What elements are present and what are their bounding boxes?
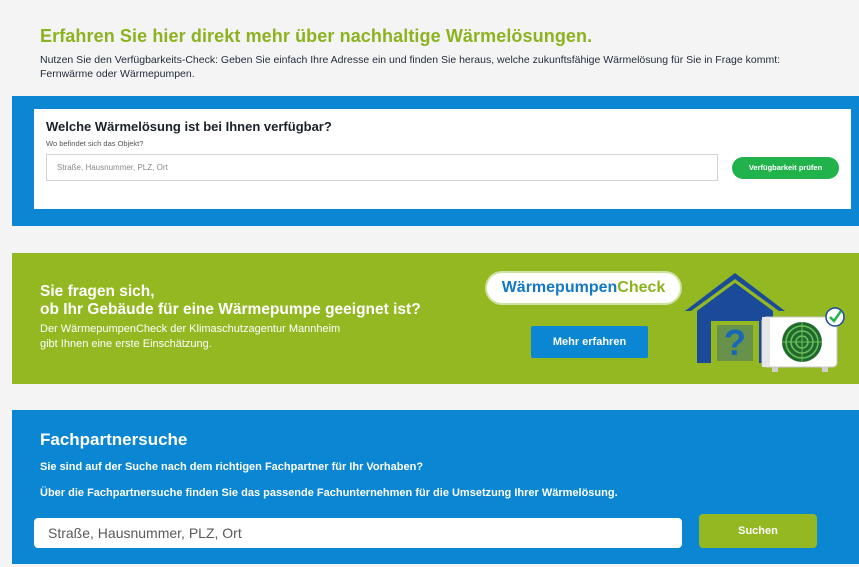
heatpump-description: Der WärmepumpenCheck der Klimaschutzagen… [40,322,340,351]
heatpump-heading-line2: ob Ihr Gebäude für eine Wärmepumpe geeig… [40,301,421,318]
partner-text-line1: Sie sind auf der Suche nach dem richtige… [40,461,424,473]
house-heatpump-icon: ? [685,273,845,372]
partner-search-section: Fachpartnersuche Sie sind auf der Suche … [12,410,859,564]
intro-heading: Erfahren Sie hier direkt mehr über nachh… [40,26,593,46]
check-circle-icon [825,307,845,327]
intro-text: Nutzen Sie den Verfügbarkeits-Check: Geb… [40,54,781,80]
partner-address-input[interactable] [34,518,682,548]
heatpump-desc-line2: gibt Ihnen eine erste Einschätzung. [40,337,212,350]
search-button[interactable]: Suchen [699,514,817,548]
address-label: Wo befindet sich das Objekt? [46,139,144,148]
availability-title: Welche Wärmelösung ist bei Ihnen verfügb… [46,119,332,134]
availability-check-form: Welche Wärmelösung ist bei Ihnen verfügb… [34,109,851,209]
check-availability-button[interactable]: Verfügbarkeit prüfen [732,157,839,179]
partner-text-line2: Über die Fachpartnersuche finden Sie das… [40,487,618,499]
logo-part-waermepumpen: Wärmepumpen [501,279,618,296]
availability-address-input[interactable] [46,154,718,181]
heatpump-heading-line1: Sie fragen sich, [40,283,155,300]
intro-section: Erfahren Sie hier direkt mehr über nachh… [0,0,859,96]
heatpump-desc-line1: Der WärmepumpenCheck der Klimaschutzagen… [40,323,341,335]
waermepumpen-check-logo: WärmepumpenCheck [487,273,680,303]
logo-part-check: Check [617,279,666,296]
heatpump-check-banner: Sie fragen sich, ob Ihr Gebäude für eine… [12,253,859,384]
learn-more-button[interactable]: Mehr erfahren [531,326,648,358]
partner-title: Fachpartnersuche [40,430,188,449]
